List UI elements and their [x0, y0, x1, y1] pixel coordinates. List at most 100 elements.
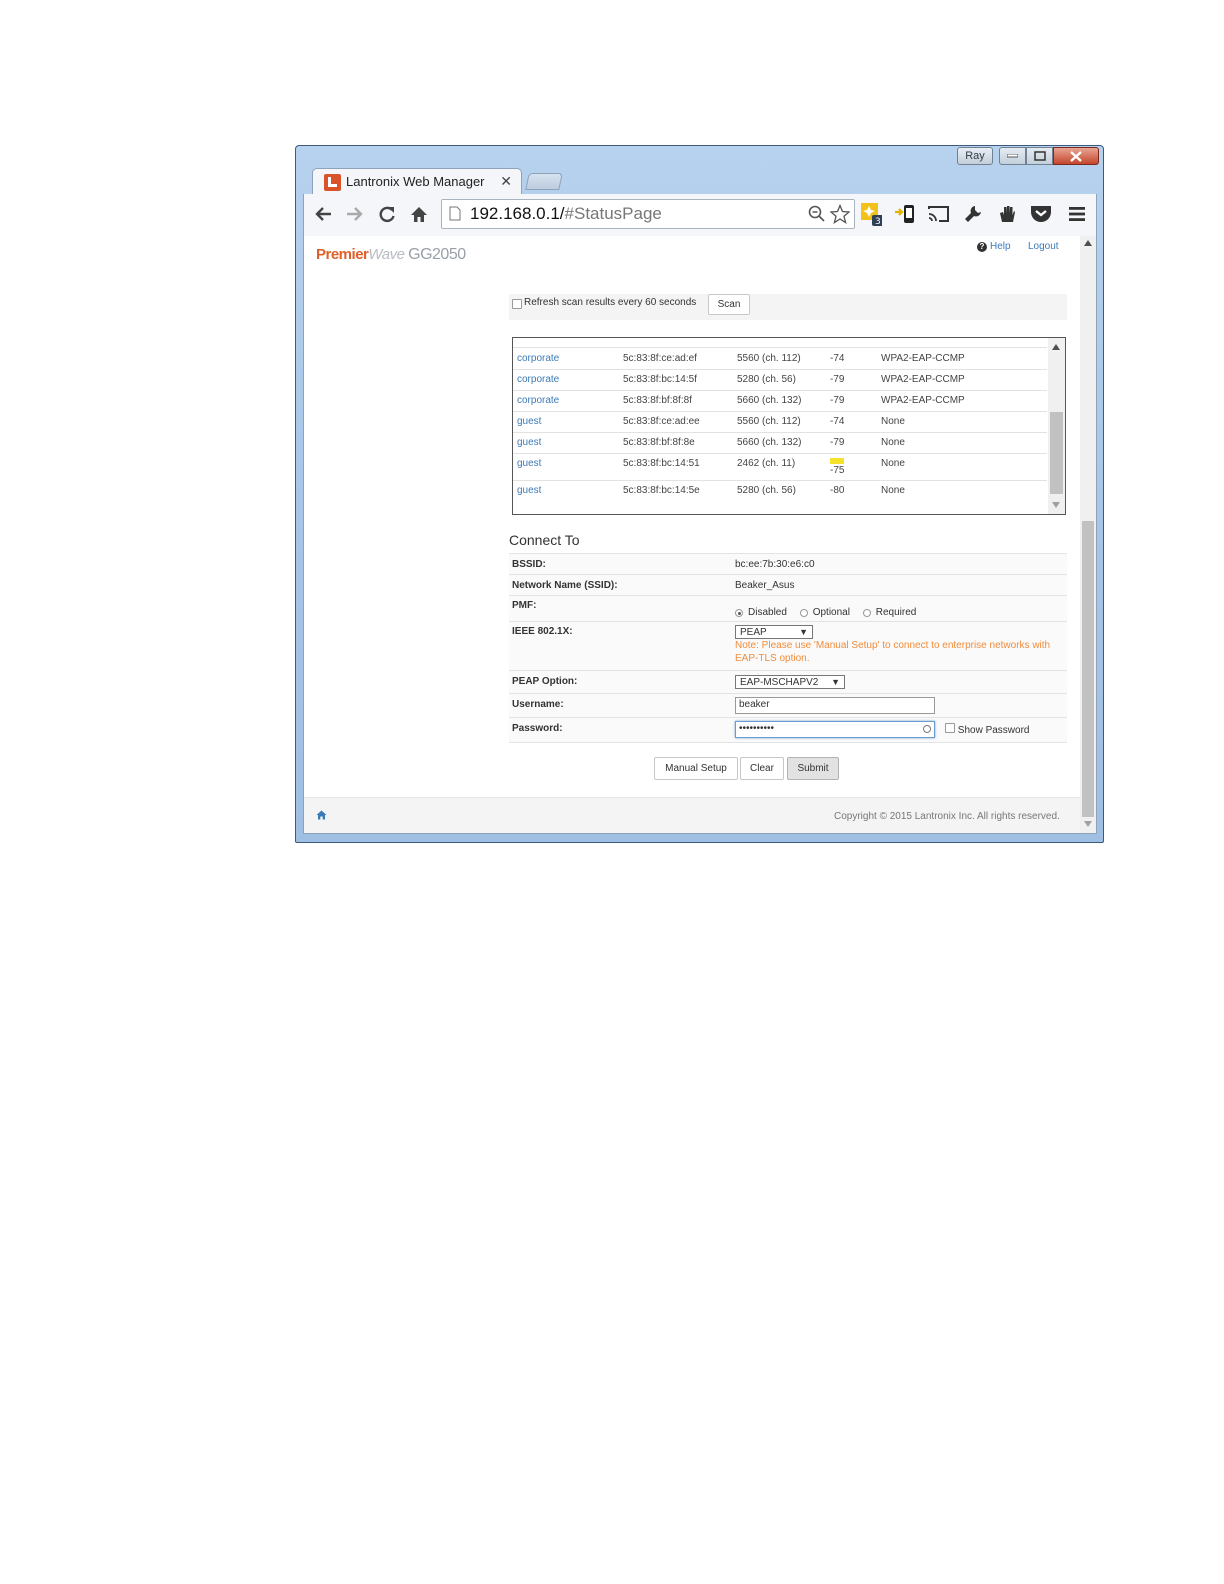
scroll-down-icon[interactable] [1052, 502, 1060, 508]
ssid-link[interactable]: guest [517, 437, 541, 448]
pmf-disabled-label: Disabled [748, 607, 787, 618]
tab-close-icon[interactable]: ✕ [500, 173, 512, 190]
frequency-cell: 5560 (ch. 112) [737, 353, 801, 364]
table-row[interactable]: corporate 5c:83:8f:bc:14:5f 5280 (ch. 56… [513, 369, 1047, 391]
address-bar[interactable]: 192.168.0.1/#StatusPage [441, 199, 855, 229]
rssi-cell: -79 [830, 437, 845, 448]
extension-puzzle-icon[interactable]: 3 [860, 203, 882, 226]
ssid-row: Network Name (SSID): Beaker_Asus [509, 574, 1067, 596]
page-scrollbar[interactable] [1080, 236, 1096, 833]
ieee-row: IEEE 802.1X: PEAP ▼ Note: Please use 'Ma… [509, 621, 1067, 671]
pmf-required-label: Required [875, 607, 917, 618]
forward-icon[interactable] [344, 203, 366, 225]
home-icon[interactable] [316, 810, 327, 820]
scroll-up-icon[interactable] [1052, 344, 1060, 350]
signal-highlight [830, 458, 844, 464]
username-row: Username: beaker [509, 693, 1067, 718]
refresh-checkbox[interactable] [512, 299, 522, 309]
ssid-link[interactable]: guest [517, 416, 541, 427]
bssid-cell: 5c:83:8f:bc:14:5e [623, 485, 700, 496]
ieee-select[interactable]: PEAP ▼ [735, 625, 813, 639]
security-cell: WPA2-EAP-CCMP [881, 353, 965, 364]
security-cell: WPA2-EAP-CCMP [881, 395, 965, 406]
ieee-field: PEAP ▼ Note: Please use 'Manual Setup' t… [735, 625, 1067, 665]
scrollbar-thumb[interactable] [1082, 521, 1094, 817]
table-row[interactable]: guest 5c:83:8f:bc:14:51 2462 (ch. 11) -7… [513, 453, 1047, 481]
ssid-label: Network Name (SSID): [512, 580, 618, 591]
ieee-select-value: PEAP [740, 626, 767, 638]
password-key-icon[interactable] [923, 725, 931, 733]
scan-results-table: corporate 5c:83:8f:ce:ad:ef 5560 (ch. 11… [512, 337, 1066, 515]
frequency-cell: 2462 (ch. 11) [737, 458, 796, 469]
password-field: •••••••••• [735, 721, 935, 738]
pmf-required-radio[interactable] [862, 608, 871, 617]
peap-select[interactable]: EAP-MSCHAPV2 ▼ [735, 675, 845, 689]
table-row[interactable]: corporate 5c:83:8f:ce:ad:ef 5560 (ch. 11… [513, 348, 1047, 370]
frequency-cell: 5660 (ch. 132) [737, 437, 802, 448]
copyright-text: Copyright © 2015 Lantronix Inc. All righ… [834, 811, 1060, 822]
reload-icon[interactable] [376, 203, 398, 225]
pmf-optional-radio[interactable] [799, 608, 808, 617]
scroll-down-icon[interactable] [1084, 821, 1092, 827]
table-row[interactable]: guest 5c:83:8f:bf:8f:8e 5660 (ch. 132) -… [513, 432, 1047, 454]
bookmark-star-icon[interactable] [830, 204, 850, 224]
maximize-button[interactable] [1026, 147, 1053, 165]
page-footer: Copyright © 2015 Lantronix Inc. All righ… [304, 797, 1082, 833]
results-scrollbar[interactable] [1048, 338, 1065, 514]
rssi-cell: -74 [830, 353, 845, 364]
minimize-icon [1007, 154, 1018, 158]
submit-button[interactable]: Submit [787, 757, 839, 780]
ssid-link[interactable]: corporate [517, 395, 559, 406]
bssid-cell: 5c:83:8f:ce:ad:ef [623, 353, 697, 364]
chevron-down-icon: ▼ [799, 627, 808, 637]
ssid-link[interactable]: guest [517, 485, 541, 496]
table-row-partial [513, 338, 1047, 348]
peap-label: PEAP Option: [512, 676, 578, 687]
bssid-row: BSSID: bc:ee:7b:30:e6:c0 [509, 553, 1067, 575]
pocket-icon[interactable] [1030, 203, 1052, 225]
send-to-device-icon[interactable] [894, 203, 916, 225]
bssid-cell: 5c:83:8f:ce:ad:ee [623, 416, 700, 427]
cast-icon[interactable] [928, 203, 950, 225]
browser-tab[interactable]: Lantronix Web Manager ✕ [312, 168, 522, 195]
security-cell: None [881, 416, 905, 427]
new-tab-button[interactable] [525, 173, 563, 190]
ssid-link[interactable]: corporate [517, 374, 559, 385]
pmf-label: PMF: [512, 600, 537, 611]
table-row[interactable]: corporate 5c:83:8f:bf:8f:8f 5660 (ch. 13… [513, 390, 1047, 412]
clear-button[interactable]: Clear [740, 757, 784, 780]
show-password-checkbox[interactable] [945, 723, 955, 733]
close-window-button[interactable] [1053, 147, 1099, 165]
address-url: 192.168.0.1/#StatusPage [470, 204, 662, 223]
security-cell: None [881, 458, 905, 469]
show-password-toggle[interactable]: Show Password [945, 723, 1029, 736]
help-link[interactable]: ? Help [977, 241, 1011, 252]
ssid-link[interactable]: corporate [517, 353, 559, 364]
zoom-icon[interactable] [808, 205, 826, 223]
browser-toolbar: 192.168.0.1/#StatusPage 3 [303, 194, 1097, 236]
frequency-cell: 5280 (ch. 56) [737, 374, 796, 385]
back-icon[interactable] [312, 203, 334, 225]
scan-button[interactable]: Scan [708, 294, 750, 315]
rssi-cell: -80 [830, 485, 845, 496]
profile-button[interactable]: Ray [957, 147, 993, 165]
pmf-disabled-radio[interactable] [735, 608, 743, 617]
table-row[interactable]: guest 5c:83:8f:bc:14:5e 5280 (ch. 56) -8… [513, 480, 1047, 501]
logout-link[interactable]: Logout [1028, 241, 1059, 252]
password-input[interactable]: •••••••••• [735, 721, 935, 738]
manual-setup-button[interactable]: Manual Setup [654, 757, 738, 780]
menu-icon[interactable] [1066, 203, 1088, 225]
home-icon[interactable] [408, 203, 430, 225]
scrollbar-thumb[interactable] [1050, 412, 1063, 494]
frequency-cell: 5280 (ch. 56) [737, 485, 796, 496]
rssi-cell: -79 [830, 395, 845, 406]
minimize-button[interactable] [999, 147, 1026, 165]
ssid-link[interactable]: guest [517, 458, 541, 469]
username-input[interactable]: beaker [735, 697, 935, 714]
extension-hand-icon[interactable] [996, 203, 1018, 225]
table-row[interactable]: guest 5c:83:8f:ce:ad:ee 5560 (ch. 112) -… [513, 411, 1047, 433]
peap-field: EAP-MSCHAPV2 ▼ [735, 675, 845, 689]
scroll-up-icon[interactable] [1084, 240, 1092, 246]
extension-wrench-icon[interactable] [962, 203, 984, 225]
password-masked-value: •••••••••• [739, 723, 775, 734]
